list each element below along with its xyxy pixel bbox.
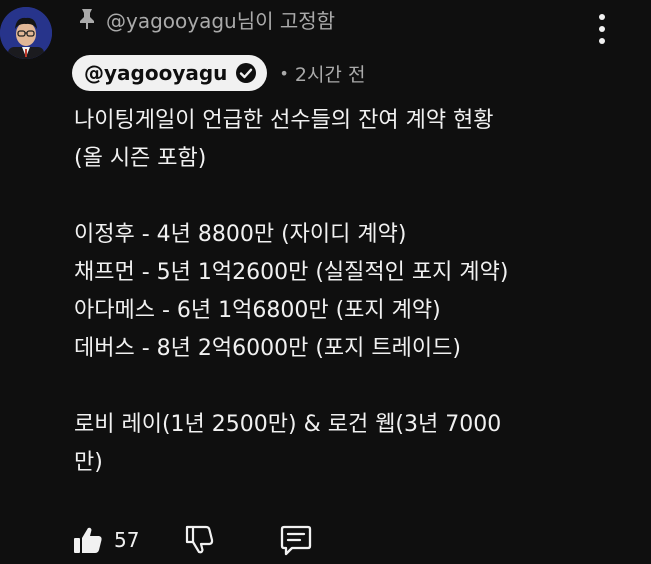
- verified-check-icon: [236, 63, 257, 83]
- more-vert-icon[interactable]: [590, 14, 614, 44]
- thumb-down-icon: [186, 525, 214, 554]
- comment-line: 만): [74, 450, 103, 475]
- comment-timestamp[interactable]: 2시간 전: [295, 60, 366, 87]
- comment-line: 이정후 - 4년 8800만 (자이디 계약): [74, 222, 407, 247]
- like-button[interactable]: 57: [72, 524, 139, 556]
- comment-line: 데버스 - 8년 2억6000만 (포지 트레이드): [74, 336, 461, 361]
- comment-line: 나이팅게일이 언급한 선수들의 잔여 계약 현황: [74, 108, 494, 133]
- comment-actions: 57: [72, 522, 313, 558]
- avatar-image: [0, 7, 52, 59]
- comment-body: 나이팅게일이 언급한 선수들의 잔여 계약 현황 (올 시즌 포함) 이정후 -…: [74, 102, 634, 482]
- like-count: 57: [114, 528, 140, 552]
- author-handle-button[interactable]: @yagooyagu: [72, 55, 268, 91]
- author-row: @yagooyagu • 2시간 전: [72, 54, 365, 92]
- reply-comment-icon: [281, 525, 312, 556]
- comment-line: 로비 레이(1년 2500만) & 로건 웹(3년 7000: [74, 412, 502, 437]
- pinned-text: @yagooyagu님이 고정함: [106, 8, 336, 33]
- comment-line: 아다메스 - 6년 1억6800만 (포지 계약): [74, 298, 441, 323]
- comment-line: 채프먼 - 5년 1억2600만 (실질적인 포지 계약): [74, 260, 509, 285]
- comment-line: (올 시즌 포함): [74, 146, 207, 171]
- reply-button[interactable]: [279, 523, 313, 557]
- separator-dot: •: [279, 63, 289, 83]
- thumb-up-icon: [74, 527, 102, 553]
- dislike-button[interactable]: [183, 524, 215, 556]
- author-handle: @yagooyagu: [84, 61, 228, 85]
- avatar[interactable]: [0, 7, 52, 59]
- pin-icon: [80, 9, 94, 29]
- pinned-label: @yagooyagu님이 고정함: [78, 6, 336, 33]
